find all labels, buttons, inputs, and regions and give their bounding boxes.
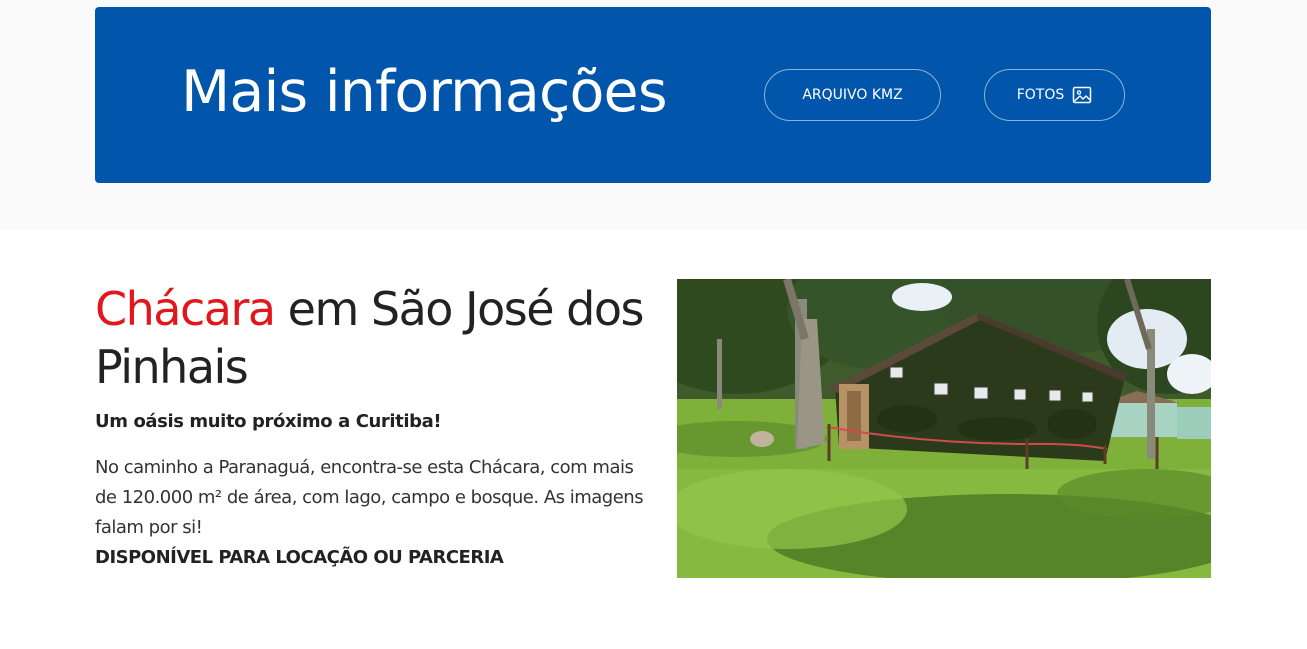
photos-button[interactable]: FOTOS <box>984 69 1125 121</box>
more-info-banner: Mais informações ARQUIVO KMZ FOTOS <box>95 7 1211 183</box>
kmz-button-label: ARQUIVO KMZ <box>802 87 903 103</box>
image-icon <box>1072 86 1092 104</box>
photos-button-label: FOTOS <box>1016 87 1065 103</box>
property-heading: Chácara em São José dos Pinhais <box>95 280 655 396</box>
property-description: No caminho a Paranaguá, encontra-se esta… <box>95 457 644 538</box>
availability-notice: DISPONÍVEL PARA LOCAÇÃO OU PARCERIA <box>95 547 504 568</box>
banner-title: Mais informações <box>181 59 668 125</box>
property-photo <box>677 279 1211 578</box>
property-subheading: Um oásis muito próximo a Curitiba! <box>95 411 442 432</box>
kmz-file-button[interactable]: ARQUIVO KMZ <box>764 69 941 121</box>
heading-accent: Chácara <box>95 282 276 336</box>
